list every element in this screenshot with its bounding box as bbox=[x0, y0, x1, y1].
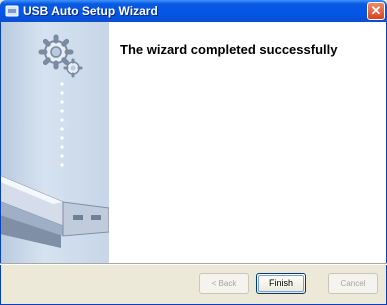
finish-focus-ring bbox=[258, 275, 304, 292]
close-button[interactable]: ✕ bbox=[367, 2, 385, 20]
wizard-window: USB Auto Setup Wizard ✕ The wizard compl… bbox=[0, 0, 387, 305]
gear-icon bbox=[38, 34, 74, 70]
button-bar: < Back Finish Cancel bbox=[0, 265, 387, 305]
side-banner bbox=[1, 22, 109, 263]
progress-dots bbox=[60, 82, 64, 167]
usb-illustration bbox=[1, 34, 109, 248]
close-icon: ✕ bbox=[370, 3, 382, 18]
cancel-button[interactable]: Cancel bbox=[328, 273, 378, 294]
finish-button[interactable]: Finish bbox=[256, 273, 306, 294]
window-title: USB Auto Setup Wizard bbox=[23, 4, 158, 18]
completion-heading: The wizard completed successfully bbox=[120, 42, 338, 57]
usb-drive-icon bbox=[1, 175, 109, 248]
back-button[interactable]: < Back bbox=[199, 273, 249, 294]
title-bar[interactable]: USB Auto Setup Wizard ✕ bbox=[0, 0, 387, 22]
usb-app-icon bbox=[5, 5, 19, 17]
